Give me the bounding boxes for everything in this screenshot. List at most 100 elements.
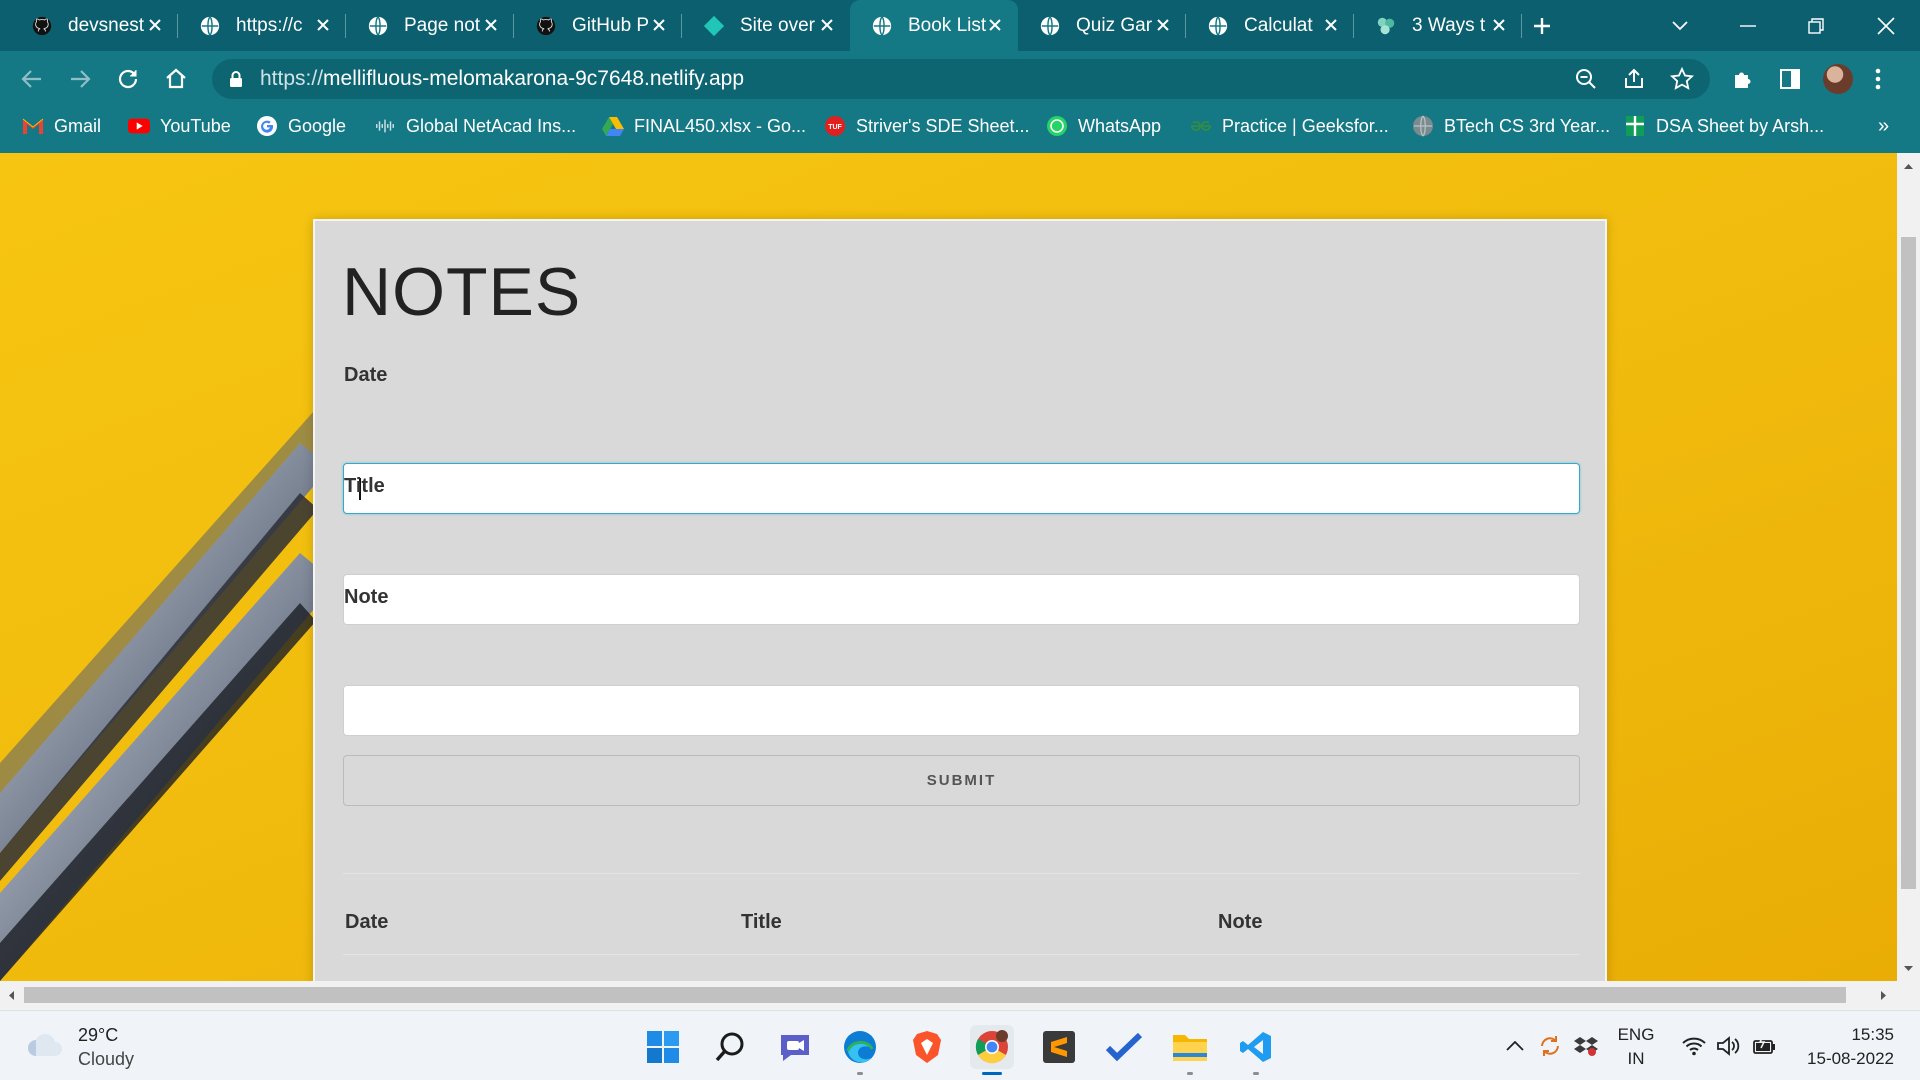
column-header-note: Note	[1218, 911, 1263, 933]
close-tab-icon[interactable]	[984, 14, 1006, 36]
tab-title: Site over	[740, 14, 815, 36]
scroll-left-arrow-icon[interactable]	[6, 990, 17, 1001]
bookmark-star-icon[interactable]	[1668, 65, 1696, 93]
bookmark-gmail[interactable]: Gmail	[22, 107, 101, 145]
more-menu-icon[interactable]	[1862, 63, 1894, 95]
horizontal-scrollbar-thumb[interactable]	[24, 987, 1846, 1003]
tab-devsnest[interactable]: devsnest	[10, 0, 178, 51]
horizontal-scrollbar[interactable]	[0, 981, 1920, 1010]
lock-icon[interactable]	[226, 69, 246, 89]
date-label: Date	[344, 364, 388, 386]
cisco-icon	[374, 115, 396, 137]
brave-icon[interactable]	[905, 1025, 949, 1069]
close-tab-icon[interactable]	[1488, 14, 1510, 36]
tab-github-pages[interactable]: GitHub P	[514, 0, 682, 51]
wifi-icon[interactable]	[1680, 1011, 1708, 1080]
bookmark-geeksforgeeks[interactable]: Practice | Geeksfor...	[1190, 107, 1389, 145]
vertical-scrollbar[interactable]	[1897, 153, 1920, 981]
share-icon[interactable]	[1620, 65, 1648, 93]
submit-button[interactable]: SUBMIT	[343, 755, 1580, 806]
vertical-scrollbar-thumb[interactable]	[1901, 237, 1916, 889]
notes-table-header: Date Title Note	[343, 911, 1580, 955]
restore-icon[interactable]	[1796, 8, 1836, 44]
extensions-puzzle-icon[interactable]	[1727, 63, 1759, 95]
bookmark-final450[interactable]: FINAL450.xlsx - Go...	[602, 107, 806, 145]
tab-book-list[interactable]: Book List	[850, 0, 1018, 51]
teams-chat-icon[interactable]	[773, 1025, 817, 1069]
title-input[interactable]	[343, 574, 1580, 625]
tab-https[interactable]: https://c	[178, 0, 346, 51]
gmail-icon	[22, 115, 44, 137]
close-tab-icon[interactable]	[144, 14, 166, 36]
bookmark-google[interactable]: Google	[256, 107, 346, 145]
sheets-icon	[1624, 115, 1646, 137]
note-input[interactable]	[343, 685, 1580, 736]
battery-charging-icon[interactable]	[1750, 1011, 1780, 1080]
tab-page-not-found[interactable]: Page not	[346, 0, 514, 51]
weather-widget[interactable]: 29°C Cloudy	[26, 1023, 134, 1071]
address-bar[interactable]: https://mellifluous-melomakarona-9c7648.…	[212, 59, 1710, 99]
side-panel-icon[interactable]	[1774, 63, 1806, 95]
tab-search-chevron-icon[interactable]	[1660, 8, 1700, 44]
reload-icon[interactable]	[110, 61, 146, 97]
tab-calculator[interactable]: Calculat	[1186, 0, 1354, 51]
edge-icon[interactable]	[838, 1025, 882, 1075]
bookmark-label: FINAL450.xlsx - Go...	[634, 115, 807, 136]
scroll-right-arrow-icon[interactable]	[1878, 990, 1889, 1001]
home-icon[interactable]	[158, 61, 194, 97]
gfg-icon	[1190, 115, 1212, 137]
bookmark-youtube[interactable]: YouTube	[128, 107, 231, 145]
show-hidden-icons-chevron-icon[interactable]	[1500, 1011, 1530, 1080]
tab-3-ways[interactable]: 3 Ways t	[1354, 0, 1522, 51]
language-indicator[interactable]: ENG IN	[1616, 1023, 1656, 1071]
close-tab-icon[interactable]	[1320, 14, 1342, 36]
system-clock[interactable]: 15:35 15-08-2022	[1798, 1023, 1894, 1071]
search-icon[interactable]	[708, 1025, 752, 1069]
todo-icon[interactable]	[1102, 1025, 1146, 1069]
bookmark-netacad[interactable]: Global NetAcad Ins...	[374, 107, 576, 145]
profile-avatar[interactable]	[1822, 63, 1854, 95]
new-tab-plus-icon[interactable]	[1526, 10, 1558, 42]
active-indicator	[982, 1072, 1002, 1075]
zoom-icon[interactable]	[1572, 65, 1600, 93]
bookmarks-bar: Gmail YouTube Google Global NetAcad Ins.…	[0, 107, 1920, 153]
bookmarks-overflow-chevron[interactable]: »	[1878, 107, 1889, 145]
note-label: Note	[344, 586, 389, 608]
close-tab-icon[interactable]	[1152, 14, 1174, 36]
sync-icon[interactable]	[1536, 1011, 1564, 1080]
netlify-icon	[702, 14, 726, 38]
sublime-text-icon[interactable]	[1037, 1025, 1081, 1069]
bookmark-label: Practice | Geeksfor...	[1222, 115, 1389, 136]
running-indicator	[1253, 1072, 1259, 1075]
volume-icon[interactable]	[1714, 1011, 1742, 1080]
bookmark-whatsapp[interactable]: WhatsApp	[1046, 107, 1161, 145]
scroll-up-arrow-icon[interactable]	[1903, 161, 1914, 172]
windows-start-icon[interactable]	[641, 1025, 685, 1069]
url-text[interactable]: https://mellifluous-melomakarona-9c7648.…	[260, 67, 744, 91]
bookmark-dsa-sheet[interactable]: DSA Sheet by Arsh...	[1624, 107, 1824, 145]
back-arrow-icon[interactable]	[14, 61, 50, 97]
vscode-icon[interactable]	[1234, 1025, 1278, 1075]
globe-icon	[366, 14, 390, 38]
date-input[interactable]	[343, 463, 1580, 514]
weather-description: Cloudy	[78, 1049, 135, 1069]
forward-arrow-icon[interactable]	[62, 61, 98, 97]
close-tab-icon[interactable]	[480, 14, 502, 36]
globe-icon	[870, 14, 894, 38]
minimize-icon[interactable]	[1728, 8, 1768, 44]
file-explorer-icon[interactable]	[1168, 1025, 1212, 1075]
tab-quiz-game[interactable]: Quiz Gar	[1018, 0, 1186, 51]
close-tab-icon[interactable]	[312, 14, 334, 36]
bookmark-label: WhatsApp	[1078, 115, 1162, 136]
chrome-icon[interactable]	[970, 1025, 1014, 1075]
bookmark-btech[interactable]: BTech CS 3rd Year...	[1412, 107, 1610, 145]
tab-site-overview[interactable]: Site over	[682, 0, 850, 51]
close-tab-icon[interactable]	[816, 14, 838, 36]
url-host: mellifluous-melomakarona-9c7648.netlify.…	[323, 67, 745, 90]
dropbox-icon[interactable]	[1572, 1011, 1600, 1080]
bookmark-striver[interactable]: TUF Striver's SDE Sheet...	[824, 107, 1030, 145]
scroll-down-arrow-icon[interactable]	[1903, 963, 1914, 974]
close-window-icon[interactable]	[1866, 8, 1906, 44]
tab-title: https://c	[236, 14, 303, 36]
close-tab-icon[interactable]	[648, 14, 670, 36]
